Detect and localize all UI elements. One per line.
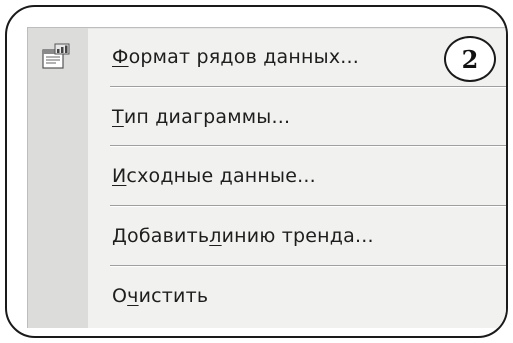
- menu-item-label-rest: сходные данные...: [126, 165, 316, 187]
- menu-item-label-rest: инию тренда...: [221, 225, 374, 247]
- callout-number-badge: 2: [444, 36, 496, 82]
- illustration-frame: Формат рядов данных... Тип диаграммы... …: [5, 5, 508, 338]
- menu-item-label-rest: ип диаграммы...: [123, 106, 291, 128]
- context-menu: Формат рядов данных... Тип диаграммы... …: [27, 27, 506, 328]
- menu-item-accelerator: ч: [127, 285, 139, 307]
- menu-item-label-before: О: [112, 285, 128, 307]
- menu-item-accelerator: Т: [112, 106, 124, 128]
- menu-item-source-data[interactable]: Исходные данные...: [88, 147, 506, 205]
- menu-item-accelerator: Ф: [112, 46, 129, 68]
- menu-item-label-rest: ормат рядов данных...: [128, 46, 360, 68]
- menu-item-label-rest: истить: [138, 285, 209, 307]
- menu-icon-strip: [28, 28, 88, 328]
- menu-item-chart-type[interactable]: Тип диаграммы...: [88, 88, 506, 146]
- menu-item-accelerator: л: [209, 225, 222, 247]
- menu-item-label-before: Добавить: [112, 225, 210, 247]
- format-data-series-icon: [41, 42, 75, 72]
- menu-item-add-trendline[interactable]: Добавить л инию тренда...: [88, 207, 506, 265]
- menu-item-clear[interactable]: Оч истить: [88, 267, 506, 325]
- menu-item-accelerator: И: [112, 165, 127, 187]
